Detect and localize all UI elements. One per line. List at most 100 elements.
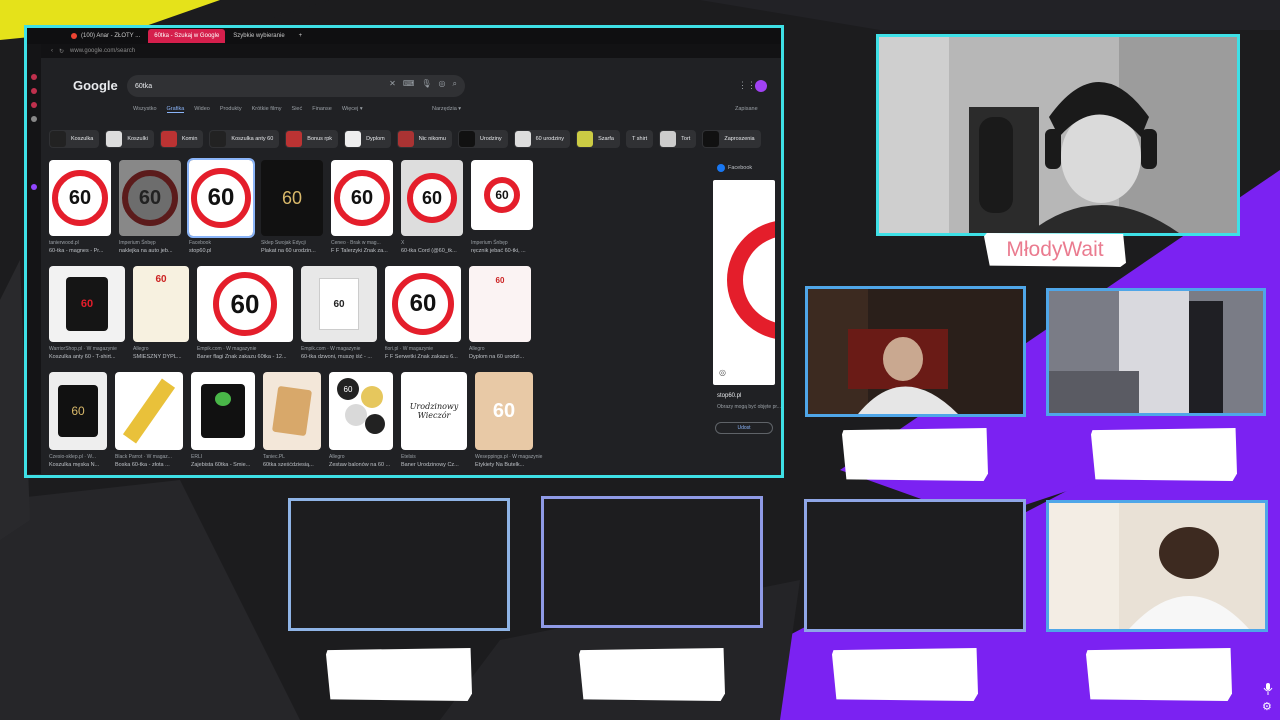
result-thumbnail[interactable]: 60 [331, 160, 393, 236]
saved-button[interactable]: Zapisane [735, 106, 758, 112]
webcam-scene [879, 37, 1237, 233]
tab-speed-dial[interactable]: Szybkie wybieranie [227, 29, 290, 43]
filter-finance[interactable]: Finanse [312, 106, 332, 113]
tab-google-search[interactable]: 60tka - Szukaj w Google [148, 29, 226, 43]
lens-icon[interactable]: ◎ [719, 368, 726, 377]
mic-icon[interactable] [1263, 683, 1273, 695]
browser-sidebar [27, 44, 41, 474]
filter-short-videos[interactable]: Krótkie filmy [252, 106, 282, 113]
result-thumbnail[interactable]: 60 [133, 266, 189, 342]
search-filters: Wszystko Grafika Wideo Produkty Krótkie … [133, 106, 363, 113]
name-tag-blank [579, 648, 725, 701]
result-thumbnail[interactable]: 60 [119, 160, 181, 236]
filter-images[interactable]: Grafika [166, 106, 185, 113]
chip[interactable]: Tort [659, 130, 697, 148]
chip[interactable]: Urodziny [457, 130, 508, 148]
avatar[interactable] [755, 80, 767, 92]
share-button[interactable]: Udost [715, 422, 773, 434]
clear-icon[interactable]: ✕ [389, 79, 396, 89]
mic-search-icon[interactable]: 🎙︎ [421, 79, 431, 89]
result-thumbnail[interactable]: 60 [197, 266, 293, 342]
empty-cam-slot [288, 498, 510, 631]
chip[interactable]: Bonus rpk [285, 130, 339, 148]
google-logo[interactable]: Google [73, 78, 118, 93]
sidebar-app-icon[interactable] [31, 74, 37, 80]
streamer-name-tag: MłodyWait [984, 233, 1126, 267]
webcam-scene [1049, 291, 1263, 413]
filter-web[interactable]: Sieć [292, 106, 303, 113]
chip[interactable]: Koszulka anty 60 [209, 130, 280, 148]
chip[interactable]: Szarfa [576, 130, 620, 148]
search-input[interactable]: 60tka ✕ ⌨ 🎙︎ ◎ ⌕ [127, 75, 465, 97]
result-thumbnail[interactable]: 60 [49, 372, 107, 450]
result-thumbnail[interactable]: 60 [329, 372, 393, 450]
apps-grid-icon[interactable]: ⋮⋮ [738, 80, 756, 91]
tab-bar: (100) Anar - ZŁOTY ... 60tka - Szukaj w … [27, 28, 781, 44]
result-thumbnail[interactable]: 60 [385, 266, 461, 342]
image-preview-panel: Facebook ◎ stop60.pl Obrazy mogą być obj… [713, 160, 781, 450]
back-icon[interactable]: ‹ [51, 48, 53, 54]
sidebar-app-icon[interactable] [31, 102, 37, 108]
chip[interactable]: Koszulka [49, 130, 100, 148]
chip[interactable]: Komin [159, 130, 204, 148]
chip[interactable]: Zaproszenia [702, 130, 761, 148]
webcam-scene [1049, 503, 1265, 629]
webcam-guest-3 [1046, 500, 1268, 632]
keyboard-icon[interactable]: ⌨ [403, 79, 415, 89]
chip[interactable]: 60 urodziny [513, 130, 571, 148]
preview-source[interactable]: Facebook [717, 164, 752, 172]
lens-icon[interactable]: ◎ [439, 79, 446, 89]
empty-cam-slot [541, 496, 763, 628]
result-thumbnail[interactable]: 60 [401, 160, 463, 236]
webcam-main [876, 34, 1240, 236]
suggestion-chips: Koszulka Koszulki Komin Koszulka anty 60… [49, 130, 761, 148]
tools-button[interactable]: Narzędzia ▾ [432, 106, 461, 112]
filter-video[interactable]: Wideo [194, 106, 210, 113]
result-thumbnail[interactable]: 60 [261, 160, 323, 236]
chip[interactable]: T shirt [625, 130, 654, 148]
result-thumbnail[interactable]: 60 [475, 372, 533, 450]
youtube-icon [71, 33, 77, 39]
preview-note: Obrazy mogą być objęte pr... [717, 404, 781, 410]
result-thumbnail[interactable]: 60 [49, 160, 111, 236]
name-tag-blank [1086, 648, 1232, 701]
result-thumbnail[interactable]: Urodzinowy Wieczór [401, 372, 467, 450]
empty-cam-slot [804, 499, 1026, 632]
chip[interactable]: Dyplom [344, 130, 391, 148]
image-results-grid: 60 tanierwood.pl 60-tka - magnes - Pr...… [49, 158, 709, 475]
preview-title[interactable]: stop60.pl [717, 393, 741, 399]
filter-more[interactable]: Więcej ▾ [342, 106, 363, 113]
sidebar-app-icon[interactable] [31, 116, 37, 122]
name-tag-blank [832, 648, 978, 701]
address-bar[interactable]: ‹ ↻ www.google.com/search [27, 44, 781, 58]
result-thumbnail[interactable]: 60 [469, 266, 531, 342]
filter-products[interactable]: Produkty [220, 106, 242, 113]
result-thumbnail[interactable]: 60 [301, 266, 377, 342]
browser-window: (100) Anar - ZŁOTY ... 60tka - Szukaj w … [24, 25, 784, 478]
facebook-icon [717, 164, 725, 172]
twitch-icon[interactable] [31, 184, 37, 190]
result-thumbnail[interactable]: 60 [471, 160, 533, 230]
result-thumbnail[interactable]: 60 [49, 266, 125, 342]
sidebar-app-icon[interactable] [31, 88, 37, 94]
webcam-guest-2 [1046, 288, 1266, 416]
name-tag-blank [326, 648, 472, 701]
name-tag-blank [1091, 428, 1237, 481]
webcam-guest-1 [805, 286, 1026, 417]
result-thumbnail[interactable] [115, 372, 183, 450]
tab-youtube[interactable]: (100) Anar - ZŁOTY ... [65, 29, 146, 43]
reload-icon[interactable]: ↻ [59, 48, 64, 55]
gear-icon[interactable]: ⚙ [1262, 700, 1274, 713]
result-thumbnail[interactable]: 60 [187, 158, 255, 238]
chip[interactable]: Nic nikomu [396, 130, 452, 148]
preview-image[interactable]: ◎ [713, 180, 775, 385]
new-tab-button[interactable]: + [293, 29, 309, 43]
chip[interactable]: Koszulki [105, 130, 154, 148]
filter-all[interactable]: Wszystko [133, 106, 157, 113]
result-thumbnail[interactable] [263, 372, 321, 450]
name-tag-blank [842, 428, 988, 481]
result-thumbnail[interactable] [191, 372, 255, 450]
stream-overlay: (100) Anar - ZŁOTY ... 60tka - Szukaj w … [0, 0, 1280, 720]
webcam-scene [808, 289, 1023, 414]
search-icon[interactable]: ⌕ [453, 79, 457, 89]
